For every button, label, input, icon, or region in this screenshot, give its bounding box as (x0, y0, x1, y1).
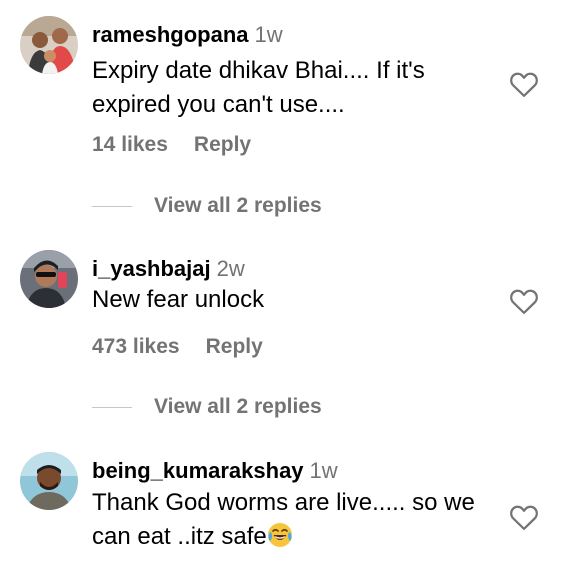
face-with-tears-of-joy-icon (267, 522, 293, 558)
divider-line (92, 205, 132, 207)
divider-line (92, 406, 132, 408)
heart-outline-icon[interactable] (509, 503, 539, 531)
timestamp: 1w (254, 22, 283, 47)
comment-text: Expiry date dhikav Bhai.... If it's expi… (92, 57, 425, 118)
timestamp: 2w (216, 256, 245, 281)
timestamp: 1w (309, 458, 338, 483)
reply-button[interactable]: Reply (206, 335, 263, 358)
avatar[interactable] (20, 16, 78, 74)
reply-button[interactable]: Reply (194, 133, 251, 156)
view-replies-label: View all 2 replies (154, 395, 322, 418)
heart-outline-icon[interactable] (509, 287, 539, 315)
heart-outline-icon[interactable] (509, 70, 539, 98)
comment-text: New fear unlock (92, 286, 265, 313)
username[interactable]: being_kumarakshay 1w (92, 458, 338, 484)
comment-actions: 14 likes Reply (92, 133, 277, 157)
likes-count[interactable]: 14 likes (92, 133, 168, 156)
username[interactable]: i_yashbajaj 2w (92, 256, 245, 282)
comment-actions: 473 likes Reply (92, 335, 289, 359)
comment-text: Thank God worms are live..... so we can … (92, 486, 502, 558)
view-replies-label: View all 2 replies (154, 194, 322, 217)
view-replies-button[interactable]: View all 2 replies (92, 194, 322, 218)
avatar[interactable] (20, 250, 78, 308)
username[interactable]: rameshgopana 1w (92, 22, 283, 48)
likes-count[interactable]: 473 likes (92, 335, 180, 358)
view-replies-button[interactable]: View all 2 replies (92, 395, 322, 419)
avatar[interactable] (20, 452, 78, 510)
